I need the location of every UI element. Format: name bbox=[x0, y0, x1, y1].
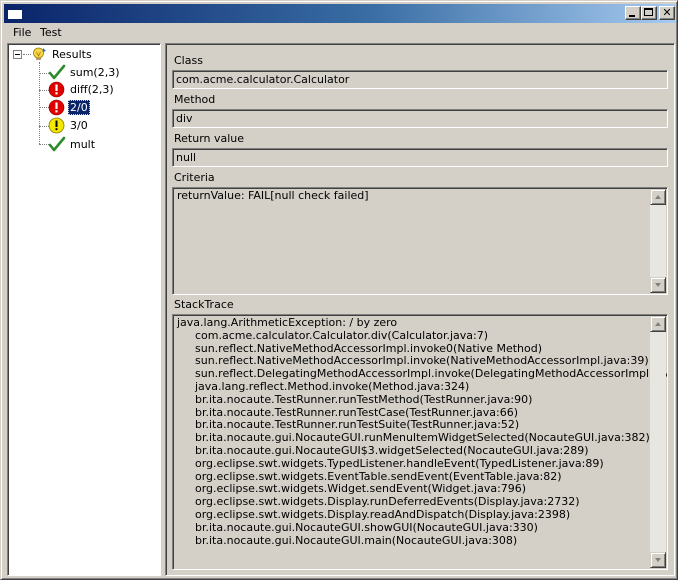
stacktrace-line: org.eclipse.swt.widgets.Display.readAndD… bbox=[195, 507, 571, 521]
scroll-up-button[interactable] bbox=[650, 316, 666, 332]
tree-node-div-3-0[interactable]: 3/0 bbox=[48, 117, 158, 134]
close-icon: ✕ bbox=[662, 6, 672, 19]
menu-file[interactable]: File bbox=[8, 26, 36, 42]
tree-node-label: mult bbox=[70, 138, 96, 151]
stacktrace-line: br.ita.nocaute.gui.NocauteGUI.showGUI(No… bbox=[195, 520, 538, 534]
details-panel: Class com.acme.calculator.Calculator Met… bbox=[165, 43, 675, 576]
stacktrace-scrollbar[interactable] bbox=[650, 316, 666, 568]
stacktrace-textarea[interactable]: java.lang.ArithmeticException: / by zero… bbox=[172, 314, 668, 570]
method-field[interactable]: div bbox=[172, 109, 668, 128]
tree-node-label: sum(2,3) bbox=[70, 66, 120, 79]
tree-node-sum[interactable]: sum(2,3) bbox=[48, 64, 158, 81]
check-icon bbox=[48, 136, 66, 152]
method-label: Method bbox=[174, 93, 216, 106]
menu-bar: File Test bbox=[4, 24, 675, 42]
check-icon bbox=[48, 64, 66, 80]
scroll-up-button[interactable] bbox=[650, 189, 666, 205]
maximize-icon bbox=[644, 8, 653, 16]
stacktrace-line: br.ita.nocaute.gui.NocauteGUI$3.widgetSe… bbox=[195, 443, 589, 457]
results-tree[interactable]: Results sum(2,3) diff(2,3) 2/0 3/0 mult bbox=[7, 43, 161, 576]
stacktrace-line: br.ita.nocaute.gui.NocauteGUI.main(Nocau… bbox=[195, 533, 518, 547]
return-value-label: Return value bbox=[174, 132, 245, 145]
stacktrace-text: java.lang.ArithmeticException: / by zero… bbox=[177, 316, 667, 547]
tree-node-mult[interactable]: mult bbox=[48, 136, 158, 153]
scroll-down-button[interactable] bbox=[650, 552, 666, 568]
stacktrace-line: java.lang.reflect.Method.invoke(Method.j… bbox=[195, 379, 470, 393]
return-value-field[interactable]: null bbox=[172, 148, 668, 167]
bulb-icon bbox=[33, 47, 46, 60]
arrow-down-icon bbox=[655, 283, 661, 287]
tree-node-diff[interactable]: diff(2,3) bbox=[48, 81, 158, 98]
scroll-down-button[interactable] bbox=[650, 277, 666, 293]
tree-root-results[interactable]: Results bbox=[30, 46, 150, 63]
tree-node-label: 3/0 bbox=[70, 119, 88, 132]
minimize-icon bbox=[629, 15, 635, 17]
main-window: ✕ File Test Results sum(2,3) diff(2,3) 2… bbox=[0, 0, 678, 580]
arrow-up-icon bbox=[655, 322, 661, 326]
menu-test[interactable]: Test bbox=[35, 26, 67, 42]
tree-node-label: 2/0 bbox=[68, 100, 90, 115]
error-icon bbox=[48, 99, 65, 116]
class-label: Class bbox=[174, 54, 203, 67]
stacktrace-line: br.ita.nocaute.TestRunner.runTestMethod(… bbox=[195, 392, 533, 406]
criteria-text: returnValue: FAIL[null check failed] bbox=[177, 189, 369, 202]
collapse-toggle[interactable] bbox=[13, 50, 22, 59]
tree-node-label: diff(2,3) bbox=[70, 83, 114, 96]
stacktrace-line: com.acme.calculator.Calculator.div(Calcu… bbox=[195, 328, 489, 342]
app-icon[interactable] bbox=[7, 6, 23, 20]
tree-node-label: Results bbox=[52, 48, 92, 61]
arrow-down-icon bbox=[655, 558, 661, 562]
criteria-textarea[interactable]: returnValue: FAIL[null check failed] bbox=[172, 187, 668, 295]
stacktrace-line: java.lang.ArithmeticException: / by zero bbox=[177, 316, 398, 329]
tree-connector bbox=[39, 62, 40, 144]
error-icon bbox=[48, 81, 65, 98]
class-field[interactable]: com.acme.calculator.Calculator bbox=[172, 70, 668, 89]
title-bar[interactable]: ✕ bbox=[4, 4, 675, 23]
arrow-up-icon bbox=[655, 195, 661, 199]
tree-node-div-2-0[interactable]: 2/0 bbox=[48, 99, 158, 116]
criteria-label: Criteria bbox=[174, 171, 215, 184]
stacktrace-line: org.eclipse.swt.widgets.TypedListener.ha… bbox=[195, 456, 604, 470]
maximize-button[interactable] bbox=[641, 6, 657, 20]
warning-icon bbox=[48, 117, 65, 134]
stacktrace-label: StackTrace bbox=[174, 298, 234, 311]
close-button[interactable]: ✕ bbox=[659, 6, 675, 20]
minimize-button[interactable] bbox=[625, 6, 641, 20]
criteria-scrollbar[interactable] bbox=[650, 189, 666, 293]
